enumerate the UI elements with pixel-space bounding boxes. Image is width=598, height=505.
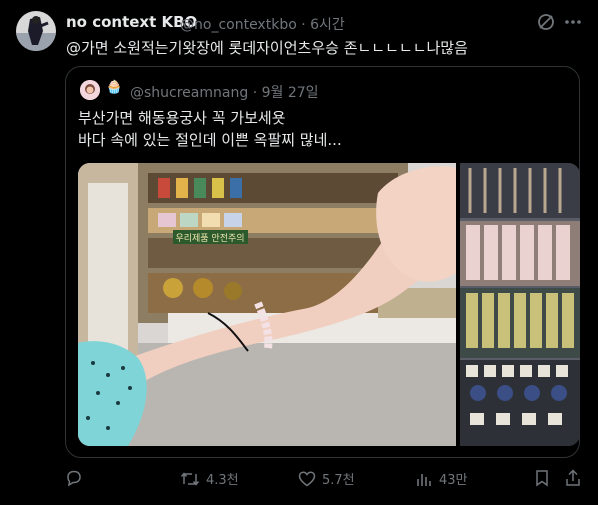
author-avatar[interactable] — [16, 11, 56, 51]
like-count: 5.7천 — [322, 473, 355, 488]
action-bar: 4.3천 5.7천 43만 — [0, 469, 598, 497]
grok-icon[interactable] — [536, 12, 556, 32]
quoted-date[interactable]: 9월 27일 — [262, 85, 319, 101]
quoted-handle[interactable]: @shucreamnang — [130, 85, 248, 101]
shop-sign-text: 우리제품 안전주의 — [175, 233, 244, 244]
like-icon — [298, 470, 316, 488]
like-button[interactable]: 5.7천 — [298, 469, 355, 488]
quoted-image-bracelet[interactable]: 우리제품 안전주의 — [78, 163, 456, 446]
quoted-text-line1: 부산가면 해동용궁사 꼭 가보세욧 — [78, 109, 286, 127]
share-icon — [564, 469, 582, 487]
author-handle[interactable]: @no_contextkbo — [180, 17, 297, 33]
share-button[interactable] — [564, 469, 582, 487]
meta-separator: · — [301, 17, 306, 33]
views-button[interactable]: 43만 — [415, 469, 468, 488]
quoted-avatar — [80, 80, 100, 100]
bookmark-icon — [534, 469, 550, 487]
bookmark-button[interactable] — [534, 469, 550, 487]
author-name[interactable]: no context KBO — [66, 13, 197, 31]
author-meta: @no_contextkbo · 6시간 — [180, 14, 345, 34]
views-icon — [415, 470, 433, 488]
quoted-image-display[interactable] — [460, 163, 580, 446]
quoted-meta: @shucreamnang · 9월 27일 — [130, 82, 319, 102]
reply-icon — [65, 469, 83, 487]
quoted-separator: · — [252, 85, 258, 101]
tweet-text: @가면 소원적는기왓장에 롯데자이언츠우승 존ㄴㄴㄴㄴㄴ나많음 — [66, 39, 468, 57]
reply-button[interactable] — [65, 469, 89, 487]
quoted-text-line2: 바다 속에 있는 절인데 이쁜 옥팔찌 많네... — [78, 131, 342, 149]
tweet-time[interactable]: 6시간 — [310, 17, 345, 33]
retweet-count: 4.3천 — [206, 473, 239, 488]
cupcake-emoji: 🧁 — [106, 80, 123, 95]
retweet-icon — [180, 470, 200, 488]
more-icon[interactable] — [563, 12, 583, 32]
views-count: 43만 — [439, 473, 468, 488]
retweet-button[interactable]: 4.3천 — [180, 469, 239, 488]
